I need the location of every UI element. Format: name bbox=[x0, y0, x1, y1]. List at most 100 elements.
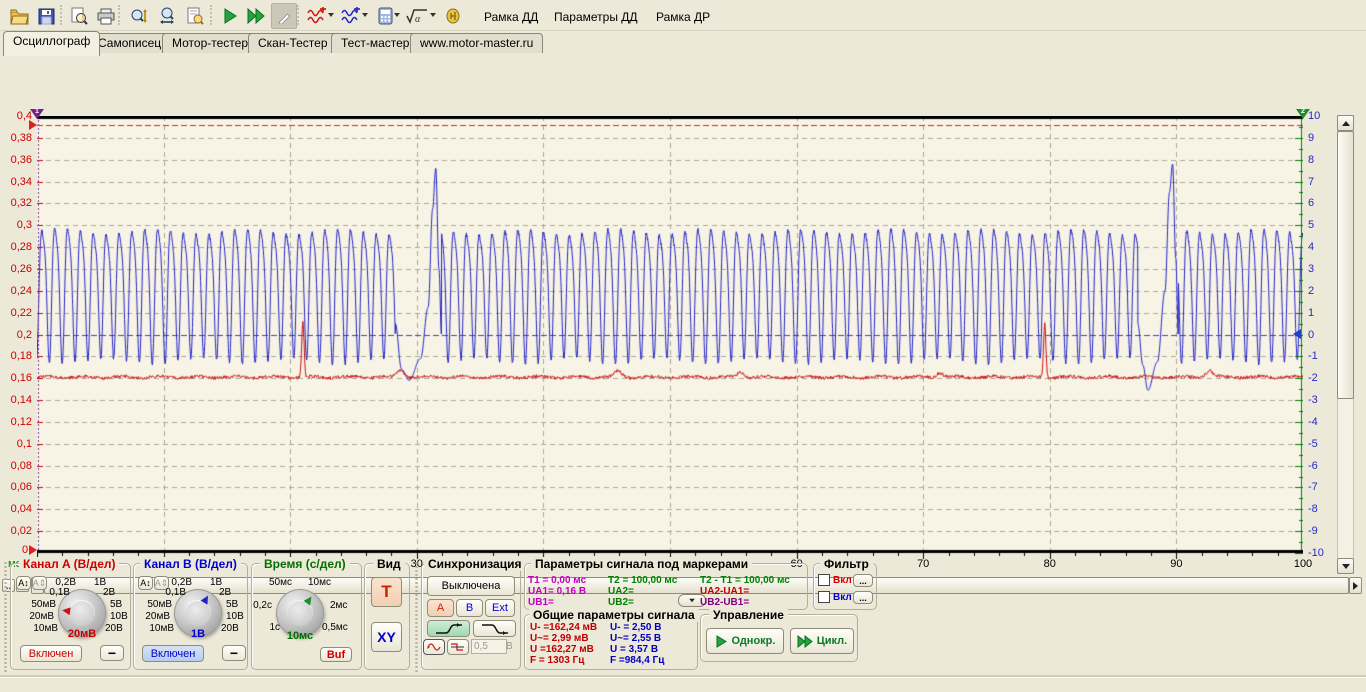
knob-scale-label: 5В bbox=[226, 599, 238, 610]
tab-motor-master-ru[interactable]: www.motor-master.ru bbox=[410, 33, 543, 55]
tab-test-master[interactable]: Тест-мастер bbox=[331, 33, 419, 55]
view-t-button[interactable]: T bbox=[371, 577, 402, 607]
sync-off-button[interactable]: Выключена bbox=[427, 576, 515, 596]
tab-oscillograph[interactable]: Осциллограф bbox=[3, 31, 100, 56]
y-left-tick-label: 0,14 bbox=[2, 394, 32, 406]
channel-b-wave-button[interactable] bbox=[338, 3, 364, 29]
channel-a-invert-button[interactable]: − bbox=[100, 645, 124, 661]
sync-source-b-button[interactable]: B bbox=[456, 599, 483, 617]
filter-a-settings-button[interactable]: ... bbox=[853, 574, 873, 587]
sync-level-input[interactable] bbox=[471, 639, 507, 654]
time-title: Время (с/дел) bbox=[260, 557, 350, 571]
filter-b-checkbox[interactable] bbox=[818, 591, 830, 603]
menu-ramka-dd[interactable]: Рамка ДД bbox=[480, 8, 542, 26]
sync-mode-level-button[interactable] bbox=[447, 639, 469, 655]
vertical-scrollbar-down-button[interactable] bbox=[1337, 558, 1354, 574]
channel-b-invert-button[interactable]: − bbox=[222, 645, 246, 661]
general-measurement-value: F =984,4 Гц bbox=[610, 655, 664, 666]
vertical-scrollbar-up-button[interactable] bbox=[1337, 115, 1354, 131]
x-tick-label: 100 bbox=[1294, 558, 1312, 570]
panel-gripper[interactable] bbox=[3, 561, 8, 673]
view-title: Вид bbox=[373, 557, 405, 571]
y-right-tick-label: -4 bbox=[1308, 416, 1318, 428]
oscilloscope-app-window: α Рамка ДД Параметры ДД Рамка ДР Осцилло… bbox=[0, 0, 1366, 692]
y-right-tick-label: -7 bbox=[1308, 481, 1318, 493]
knob-scale-label: 0,5мс bbox=[322, 622, 348, 633]
panel-gripper[interactable] bbox=[414, 561, 419, 673]
general-measurement-value: U~= 2,99 мВ bbox=[530, 633, 589, 644]
horizontal-scrollbar-right-button[interactable] bbox=[1349, 577, 1362, 594]
status-bar bbox=[0, 677, 1366, 692]
channel-b-ground-marker-icon[interactable] bbox=[1293, 329, 1301, 339]
tab-samopisec[interactable]: Самописец bbox=[88, 33, 171, 55]
knob-scale-label: 1с bbox=[269, 622, 280, 633]
channel-a-wave-button[interactable] bbox=[304, 3, 330, 29]
play-icon bbox=[715, 635, 728, 648]
filter-a-checkbox[interactable] bbox=[818, 574, 830, 586]
toolbar-separator bbox=[210, 5, 215, 25]
open-file-button[interactable] bbox=[6, 3, 32, 29]
marker-measurement-value: T2 = 100,00 мс bbox=[608, 575, 677, 586]
scope-display-panel: 1 2 0 0,40,380,360,340,320,30,280,260,24… bbox=[0, 53, 1366, 557]
marker-measurement-value: T1 = 0,00 мс bbox=[528, 575, 586, 586]
tab-motor-tester[interactable]: Мотор-тестер bbox=[162, 33, 258, 55]
marker-measurement-value: UB2-UB1= bbox=[700, 597, 749, 608]
vertical-scrollbar-thumb[interactable] bbox=[1337, 131, 1354, 399]
y-right-tick-label: -6 bbox=[1308, 460, 1318, 472]
knob-scale-label: 50мВ bbox=[31, 599, 56, 610]
knob-scale-label: 50мс bbox=[269, 577, 292, 588]
zoom-vertical-button[interactable] bbox=[126, 3, 152, 29]
menu-ramka-dr[interactable]: Рамка ДР bbox=[652, 8, 714, 26]
sync-mode-auto-button[interactable] bbox=[423, 639, 445, 655]
print-button[interactable] bbox=[93, 3, 119, 29]
channel-a-ground-marker-icon[interactable] bbox=[29, 545, 37, 555]
y-right-tick-label: -2 bbox=[1308, 372, 1318, 384]
knob-scale-label: 10мВ bbox=[149, 623, 174, 634]
channel-a-autoscale-button[interactable]: А↕ bbox=[16, 576, 31, 590]
filter-a-label: Вкл bbox=[833, 575, 852, 586]
scope-waveform-canvas[interactable] bbox=[37, 116, 1303, 561]
channel-b-wave-dropdown[interactable] bbox=[362, 13, 368, 17]
start-button[interactable] bbox=[217, 3, 243, 29]
math-dropdown[interactable] bbox=[430, 13, 436, 17]
buffer-button[interactable]: Buf bbox=[320, 647, 352, 662]
knob-scale-label: 0,1В bbox=[49, 587, 70, 598]
run-single-label: Однокр. bbox=[732, 635, 776, 647]
sound-button[interactable] bbox=[440, 3, 466, 29]
channel-b-power-button[interactable]: Включен bbox=[142, 645, 204, 662]
marker-measurement-value: T2 - T1 = 100,00 мс bbox=[700, 575, 790, 586]
x-tick-label: 80 bbox=[1044, 558, 1056, 570]
channel-b-autoscale-button[interactable]: А↕ bbox=[138, 576, 153, 590]
run-cyclic-button[interactable]: Цикл. bbox=[790, 628, 854, 654]
tab-bar: Осциллограф Самописец Мотор-тестер Скан-… bbox=[0, 30, 1366, 54]
y-left-tick-label: 0,18 bbox=[2, 350, 32, 362]
save-button[interactable] bbox=[33, 3, 59, 29]
y-right-tick-label: 9 bbox=[1308, 132, 1314, 144]
sync-falling-edge-button[interactable] bbox=[473, 620, 516, 637]
y-right-tick-label: 7 bbox=[1308, 176, 1314, 188]
start-cyclic-button[interactable] bbox=[244, 3, 270, 29]
math-sqrt-alpha-button[interactable]: α bbox=[404, 3, 430, 29]
marker-measurement-value: UA2-UA1= bbox=[700, 586, 749, 597]
sync-source-ext-button[interactable]: Ext bbox=[485, 599, 515, 617]
print-preview-button[interactable] bbox=[66, 3, 92, 29]
zoom-page-button[interactable] bbox=[182, 3, 208, 29]
sync-source-a-button[interactable]: A bbox=[427, 599, 454, 617]
y-left-tick-label: 0,04 bbox=[2, 503, 32, 515]
channel-a-power-button[interactable]: Включен bbox=[20, 645, 82, 662]
knob-scale-label: 10В bbox=[110, 611, 128, 622]
run-single-button[interactable]: Однокр. bbox=[706, 628, 784, 654]
filter-b-settings-button[interactable]: ... bbox=[853, 591, 873, 604]
view-xy-button[interactable]: XY bbox=[371, 622, 402, 652]
sync-rising-edge-button[interactable] bbox=[427, 620, 470, 637]
y-left-tick-label: 0,36 bbox=[2, 154, 32, 166]
menu-parametry-dd[interactable]: Параметры ДД bbox=[550, 8, 642, 26]
channel-b-selected-scale: 1В bbox=[191, 628, 205, 640]
y-left-tick-label: 0,32 bbox=[2, 197, 32, 209]
knob-scale-label: 10В bbox=[226, 611, 244, 622]
tab-scan-tester[interactable]: Скан-Тестер bbox=[248, 33, 338, 55]
zoom-horizontal-button[interactable] bbox=[154, 3, 180, 29]
channel-a-wave-dropdown[interactable] bbox=[328, 13, 334, 17]
marker-measurement-value: UB2= bbox=[608, 597, 634, 608]
calculator-dropdown[interactable] bbox=[394, 13, 400, 17]
